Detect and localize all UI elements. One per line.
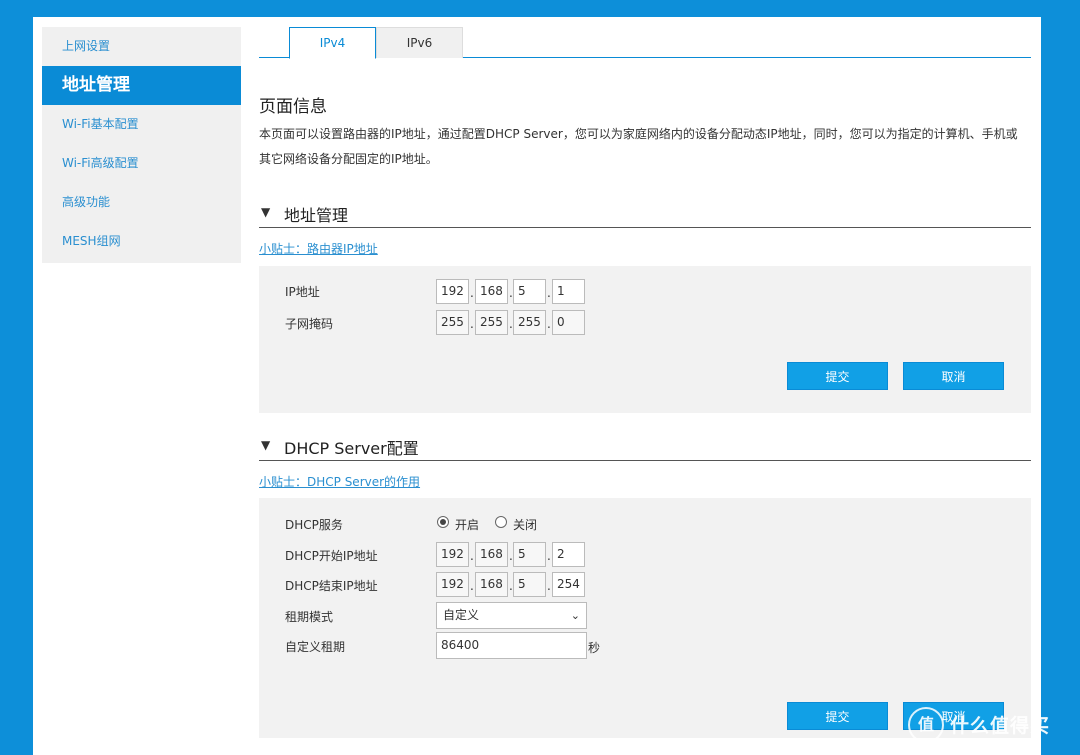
- start-ip-octet-2-input[interactable]: 168: [475, 542, 508, 567]
- sidebar-item-internet-settings[interactable]: 上网设置: [42, 27, 241, 66]
- dhcp-off-radio[interactable]: [495, 516, 507, 528]
- collapse-triangle-icon: ▼: [261, 438, 271, 452]
- start-ip-octet-4-input[interactable]: 2: [552, 542, 585, 567]
- dot-separator: .: [470, 549, 474, 563]
- mask-octet-1-input[interactable]: 255: [436, 310, 469, 335]
- sidebar-item-wifi-basic[interactable]: Wi-Fi基本配置: [42, 105, 241, 144]
- dot-separator: .: [470, 317, 474, 331]
- ip-octet-3-input[interactable]: 5: [513, 279, 546, 304]
- address-cancel-button[interactable]: 取消: [903, 362, 1004, 390]
- address-submit-button[interactable]: 提交: [787, 362, 888, 390]
- dot-separator: .: [547, 549, 551, 563]
- dhcp-on-label: 开启: [455, 518, 480, 532]
- page-title: 页面信息: [259, 97, 327, 117]
- ip-octet-2-input[interactable]: 168: [475, 279, 508, 304]
- dot-separator: .: [470, 579, 474, 593]
- dhcp-off-label: 关闭: [513, 518, 538, 532]
- mask-octet-2-input[interactable]: 255: [475, 310, 508, 335]
- tab-ipv4[interactable]: IPv4: [289, 27, 376, 59]
- watermark: 值 什么值得买: [908, 707, 1068, 747]
- sidebar: 上网设置 地址管理 Wi-Fi基本配置 Wi-Fi高级配置 高级功能 MESH组…: [42, 27, 241, 263]
- address-section-title: 地址管理: [284, 206, 349, 225]
- dhcp-panel: DHCP服务 开启 关闭 DHCP开始IP地址 192 . 168 . 5 . …: [259, 498, 1031, 738]
- main-content: IPv4 IPv6 页面信息 本页面可以设置路由器的IP地址，通过配置DHCP …: [259, 17, 1031, 755]
- sidebar-item-mesh[interactable]: MESH组网: [42, 222, 241, 261]
- ip-octet-1-input[interactable]: 192: [436, 279, 469, 304]
- end-ip-octet-1-input[interactable]: 192: [436, 572, 469, 597]
- watermark-text: 什么值得买: [950, 715, 1051, 737]
- dhcp-on-radio[interactable]: [437, 516, 449, 528]
- sidebar-item-address-management[interactable]: 地址管理: [42, 66, 241, 105]
- ip-octet-4-input[interactable]: 1: [552, 279, 585, 304]
- dot-separator: .: [547, 286, 551, 300]
- end-ip-octet-4-input[interactable]: 254: [552, 572, 585, 597]
- start-ip-octet-3-input[interactable]: 5: [513, 542, 546, 567]
- custom-lease-input[interactable]: 86400: [436, 632, 587, 659]
- collapse-triangle-icon: ▼: [261, 205, 271, 219]
- dhcp-section-title: DHCP Server配置: [284, 439, 419, 458]
- mask-octet-3-input[interactable]: 255: [513, 310, 546, 335]
- router-admin-window: 上网设置 地址管理 Wi-Fi基本配置 Wi-Fi高级配置 高级功能 MESH组…: [33, 17, 1041, 755]
- mask-octet-4-input[interactable]: 0: [552, 310, 585, 335]
- lease-mode-label: 租期模式: [285, 610, 334, 624]
- dot-separator: .: [547, 317, 551, 331]
- dhcp-section-header[interactable]: ▼ DHCP Server配置: [259, 433, 1031, 461]
- lease-mode-value: 自定义: [443, 608, 480, 622]
- subnet-mask-label: 子网掩码: [285, 317, 334, 331]
- tab-bar: IPv4 IPv6: [259, 27, 1031, 59]
- page-description: 本页面可以设置路由器的IP地址，通过配置DHCP Server，您可以为家庭网络…: [259, 127, 1018, 166]
- end-ip-octet-3-input[interactable]: 5: [513, 572, 546, 597]
- sidebar-item-advanced-functions[interactable]: 高级功能: [42, 183, 241, 222]
- lease-mode-select[interactable]: 自定义 ⌄: [436, 602, 587, 629]
- sidebar-item-wifi-advanced[interactable]: Wi-Fi高级配置: [42, 144, 241, 183]
- lease-unit-label: 秒: [588, 641, 601, 655]
- custom-lease-label: 自定义租期: [285, 640, 346, 654]
- tip-dhcp-server-link[interactable]: 小贴士：DHCP Server的作用: [259, 473, 420, 490]
- tip-router-ip-link[interactable]: 小贴士：路由器IP地址: [259, 240, 378, 257]
- start-ip-octet-1-input[interactable]: 192: [436, 542, 469, 567]
- address-section-header[interactable]: ▼ 地址管理: [259, 200, 1031, 228]
- chevron-down-icon: ⌄: [570, 609, 580, 622]
- dot-separator: .: [470, 286, 474, 300]
- dhcp-end-ip-label: DHCP结束IP地址: [285, 579, 378, 593]
- dhcp-submit-button[interactable]: 提交: [787, 702, 888, 730]
- dhcp-start-ip-label: DHCP开始IP地址: [285, 549, 378, 563]
- dhcp-service-label: DHCP服务: [285, 518, 343, 532]
- watermark-logo-icon: 值: [908, 707, 944, 743]
- end-ip-octet-2-input[interactable]: 168: [475, 572, 508, 597]
- address-panel: IP地址 192 . 168 . 5 . 1 子网掩码 255 . 255 . …: [259, 266, 1031, 413]
- tab-ipv6[interactable]: IPv6: [376, 27, 463, 58]
- dot-separator: .: [547, 579, 551, 593]
- ip-address-label: IP地址: [285, 285, 320, 299]
